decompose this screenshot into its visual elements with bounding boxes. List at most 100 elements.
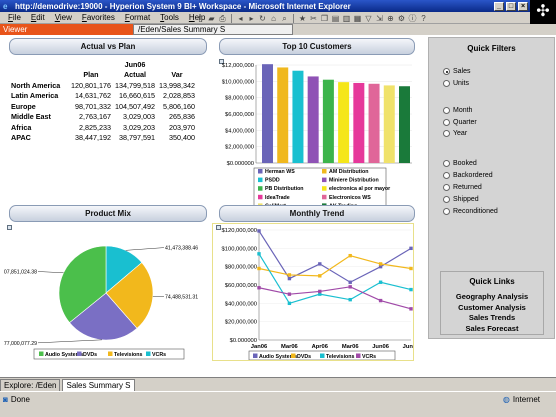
row-label: Latin America <box>11 91 59 101</box>
radio-sales[interactable]: Sales <box>443 68 471 75</box>
close-button[interactable]: × <box>518 1 528 11</box>
legend-label: Miniere Distribution <box>329 178 379 184</box>
slice-value-label: 41,473,388.46 <box>165 246 198 252</box>
bookmark-icon[interactable]: ★ <box>298 14 307 23</box>
document-path-tab[interactable]: /Eden/Sales Summary S <box>133 24 293 35</box>
table-row: North America 120,801,176 134,799,518 13… <box>9 80 197 91</box>
period-header: Jun06 <box>124 59 146 69</box>
radio-button-icon[interactable] <box>443 130 450 137</box>
x-tick-label: Mar06 <box>342 344 360 350</box>
radio-month[interactable]: Month <box>443 107 472 114</box>
forward-icon[interactable]: ▸ <box>247 14 256 23</box>
back-icon[interactable]: ◂ <box>236 14 245 23</box>
data-point <box>409 246 413 251</box>
status-text: Done <box>10 395 30 404</box>
radio-button-icon[interactable] <box>443 107 450 114</box>
menu-edit[interactable]: Edit <box>31 13 45 22</box>
radio-button-icon[interactable] <box>443 184 450 191</box>
radio-returned[interactable]: Returned <box>443 184 482 191</box>
radio-button-icon[interactable] <box>443 208 450 215</box>
cut-icon[interactable]: ✂ <box>309 14 318 23</box>
data-point <box>257 252 261 256</box>
legend-label: AM Distribution <box>329 169 368 175</box>
link-customer-analysis[interactable]: Customer Analysis <box>441 303 543 314</box>
menu-tools[interactable]: Tools <box>160 13 179 22</box>
radio-button-icon[interactable] <box>443 119 450 126</box>
legend-swatch <box>39 351 44 356</box>
legend-swatch <box>258 177 263 183</box>
zoom-icon[interactable]: ⊕ <box>386 14 395 23</box>
data-point <box>287 273 292 277</box>
radio-shipped[interactable]: Shipped <box>443 196 479 203</box>
menu-favorites[interactable]: Favorites <box>82 13 115 22</box>
radio-button-icon[interactable] <box>443 80 450 87</box>
filter-icon[interactable]: ▽ <box>364 14 373 23</box>
link-sales-forecast[interactable]: Sales Forecast <box>441 324 543 335</box>
y-tick-label: $12,000,000 <box>222 63 254 69</box>
globe-icon: ◍ <box>502 395 510 404</box>
search-icon[interactable]: ⌕ <box>280 14 289 23</box>
radio-button-icon[interactable] <box>443 172 450 179</box>
y-tick-label: $4,000,000 <box>225 128 254 134</box>
info-icon[interactable]: ⓘ <box>408 14 417 23</box>
radio-units[interactable]: Units <box>443 80 469 87</box>
y-tick-label: $10,000,000 <box>222 79 254 85</box>
legend-swatch <box>356 353 361 358</box>
home-icon[interactable]: ⌂ <box>269 14 278 23</box>
product-mix-pie-chart: 41,473,388.46 74,488,531.31 77,000,077.29 1… <box>4 246 198 360</box>
line-legend: Audio Systems DVDs Televisions VCRs <box>248 350 396 360</box>
copy-icon[interactable]: ❐ <box>320 14 329 23</box>
chart-icon[interactable]: ▥ <box>342 14 351 23</box>
plan-cell: 98,701,332 <box>75 101 111 111</box>
actual-cell: 16,660,615 <box>118 91 155 101</box>
radio-quarter[interactable]: Quarter <box>443 119 477 126</box>
plan-cell: 120,801,176 <box>71 80 111 90</box>
data-point <box>318 274 322 278</box>
export-icon[interactable]: ⇲ <box>375 14 384 23</box>
paste-icon[interactable]: ▤ <box>331 14 340 23</box>
print-icon[interactable]: ⎙ <box>218 14 227 23</box>
radio-button-icon[interactable] <box>443 196 450 203</box>
link-geography-analysis[interactable]: Geography Analysis <box>441 292 543 303</box>
new-document-icon[interactable]: ▯ <box>196 14 205 23</box>
plan-cell: 2,825,233 <box>79 122 111 132</box>
radio-label: Year <box>453 130 468 137</box>
legend-label: PSDD <box>265 178 280 184</box>
radio-reconditioned[interactable]: Reconditioned <box>443 208 498 215</box>
radio-backordered[interactable]: Backordered <box>443 172 493 179</box>
y-tick-label: $80,000,000 <box>225 265 257 271</box>
refresh-icon[interactable]: ↻ <box>258 14 267 23</box>
tab-explore[interactable]: Explore: /Eden <box>0 379 61 391</box>
minimize-button[interactable]: _ <box>494 1 504 11</box>
var-cell: 5,806,160 <box>162 101 195 111</box>
radio-label: Returned <box>453 184 482 191</box>
menu-view[interactable]: View <box>55 13 72 22</box>
toolbar-separator <box>293 13 294 23</box>
table-row: APAC 38,447,192 38,797,591 350,400 <box>9 133 197 144</box>
settings-icon[interactable]: ⚙ <box>397 14 406 23</box>
monthly-trend-header: Monthly Trend <box>219 205 415 222</box>
open-folder-icon[interactable]: ▰ <box>207 14 216 23</box>
radio-booked[interactable]: Booked <box>443 160 477 167</box>
data-point <box>287 301 292 306</box>
toolbar: ▯ ▰ ⎙ ◂ ▸ ↻ ⌂ ⌕ ★ ✂ ❐ ▤ ▥ ▦ ▽ ⇲ ⊕ ⚙ ⓘ ? <box>196 12 526 24</box>
radio-label: Shipped <box>453 196 479 203</box>
menu-file[interactable]: File <box>8 13 21 22</box>
y-tick-label: $120,000,000 <box>222 228 257 234</box>
link-sales-trends[interactable]: Sales Trends <box>441 313 543 324</box>
radio-button-icon[interactable] <box>443 68 450 75</box>
radio-button-icon[interactable] <box>443 160 450 167</box>
radio-year[interactable]: Year <box>443 130 467 137</box>
title-bar: e http://demodrive:19000 - Hyperion Syst… <box>0 0 556 12</box>
help-icon[interactable]: ? <box>419 14 428 23</box>
viewer-tab[interactable]: Viewer <box>0 24 133 35</box>
legend-swatch <box>146 351 151 356</box>
tab-sales-summary[interactable]: Sales Summary S <box>62 379 135 391</box>
menu-format[interactable]: Format <box>125 13 150 22</box>
maximize-button[interactable]: □ <box>506 1 516 11</box>
window-title: http://demodrive:19000 - Hyperion System… <box>15 1 351 11</box>
bar <box>292 70 304 163</box>
actual-vs-plan-table: Jun06 Plan Actual Var North America 120,… <box>9 59 197 143</box>
legend-label: Televisions <box>114 352 143 358</box>
table-icon[interactable]: ▦ <box>353 14 362 23</box>
